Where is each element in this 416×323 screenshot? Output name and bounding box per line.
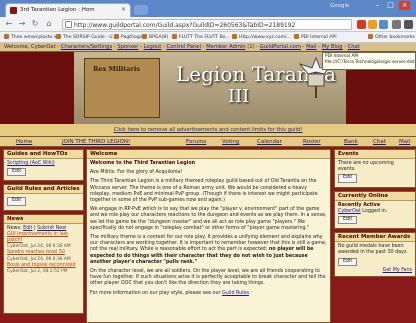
online-user-link[interactable]: CyberOat — [338, 209, 361, 214]
events-empty-text: There are no upcoming events. — [338, 161, 394, 173]
wrench-menu-icon[interactable] — [404, 20, 413, 29]
awards-empty-text: No guild medals have been awarded in the… — [338, 244, 408, 256]
awards-panel: Recent Member Awards No guild medals hav… — [334, 232, 416, 278]
rss-icon[interactable] — [368, 20, 377, 29]
site-account-bar: Welcome, CyberOat - Characters/Settings … — [0, 43, 416, 52]
characters-settings-link[interactable]: Characters/Settings — [61, 44, 112, 50]
browser-tab[interactable]: 3rd Tarantian Legion : Hom × — [5, 3, 131, 17]
welcome-paragraph: We engage in RP-PvE which is to say that… — [90, 207, 327, 231]
browser-toolbar: ← → ↻ ⌂ http://www.guildportal.com/Guild… — [0, 17, 416, 32]
nav-roster[interactable]: Roster — [303, 139, 321, 145]
remove-ads-link[interactable]: Click here to remove all advertisements … — [114, 127, 303, 133]
bookmark-item[interactable]: BPGA(B) — [142, 34, 168, 40]
news-edit-link[interactable]: Edit — [23, 226, 32, 231]
bookmark-item[interactable]: The SORSIP Guide - U... — [56, 34, 117, 40]
close-tab-icon[interactable]: × — [121, 6, 126, 13]
news-item-meta: CyberOat, Jul 24, 08 6:36 AM — [7, 256, 71, 262]
bookmark-item[interactable]: Theo wmwcplosto w... — [4, 34, 62, 40]
bookmark-item[interactable]: FLUTT The FLUTT Bo... — [172, 34, 230, 40]
new-tab-button[interactable] — [134, 5, 148, 15]
reload-icon[interactable]: ↻ — [30, 19, 40, 29]
banner-subtitle: III — [228, 86, 250, 107]
right-sidebar: Events There are no upcoming events. Edi… — [334, 149, 416, 278]
bookmarks-bar: Theo wmwcplosto w... The SORSIP Guide - … — [0, 32, 416, 43]
forward-arrow-icon[interactable]: → — [17, 19, 27, 29]
extension-icon[interactable] — [379, 20, 388, 29]
edit-button[interactable]: Edit — [7, 197, 27, 206]
guides-heading: Guides and HowTOs — [4, 150, 83, 159]
extension-icon[interactable] — [357, 20, 366, 29]
nav-voting[interactable]: Voting — [222, 139, 239, 145]
maximize-icon[interactable]: □ — [385, 1, 396, 10]
welcome-title: Welcome to the Third Tarantian Legion — [90, 161, 196, 166]
tab-title: 3rd Tarantian Legion : Hom — [20, 7, 95, 13]
guild-rules-panel: Guild Rules and Articles Edit — [3, 184, 84, 211]
nav-home[interactable]: Home — [16, 139, 32, 145]
online-heading: Currently Online — [335, 191, 415, 201]
edit-button[interactable]: Edit — [338, 216, 358, 225]
welcome-panel: Welcome Welcome to the Third Tarantian L… — [86, 149, 331, 323]
home-icon[interactable]: ⌂ — [44, 19, 54, 29]
events-panel: Events There are no upcoming events. Edi… — [334, 149, 416, 188]
edit-button[interactable]: Edit — [338, 257, 358, 266]
logout-link[interactable]: Logout — [144, 44, 162, 50]
my-blog-link[interactable]: My Blog — [322, 44, 343, 50]
member-admin-link[interactable]: Member Admin — [206, 44, 246, 50]
guides-panel: Guides and HowTOs Scripting (AoC Wiki) E… — [3, 149, 84, 182]
news-heading: News — [4, 214, 83, 224]
online-panel: Currently Online Recently Active CyberOa… — [334, 190, 416, 230]
ad-removal-banner: Click here to remove all advertisements … — [0, 124, 416, 136]
guild-rules-link[interactable]: Guild Rules — [222, 291, 249, 296]
welcome-paragraph: The Third Tarantian Legion is a military… — [90, 179, 318, 204]
sponsor-link[interactable]: Sponsor — [117, 44, 138, 50]
guildportal-link[interactable]: GuildPortal.com — [260, 44, 301, 50]
close-window-icon[interactable]: × — [399, 1, 410, 10]
bookmark-item[interactable]: Other bookmarks — [368, 34, 415, 40]
welcome-paragraph: The military theme is a context for our … — [90, 235, 327, 265]
welcome-paragraph: On the character level, we are all soldi… — [90, 269, 326, 287]
mail-link[interactable]: Mail — [306, 44, 317, 50]
page-menu-icon[interactable] — [392, 20, 401, 29]
site-favicon-icon — [10, 7, 17, 14]
bookmark-item[interactable]: Pagthogs — [114, 34, 142, 40]
browser-tab-bar: 3rd Tarantian Legion : Hom × Google – □ … — [0, 0, 416, 17]
back-arrow-icon[interactable]: ← — [4, 19, 14, 29]
bookmark-item[interactable]: PDI Internal API — [294, 34, 337, 40]
nav-chat[interactable]: Chat — [373, 139, 386, 145]
fans-link[interactable]: Get My Fans — [338, 268, 412, 274]
nav-mail[interactable]: Mail — [399, 139, 410, 145]
awards-heading: Recent Member Awards — [335, 233, 415, 243]
welcome-paragraph: For more information on our play style, … — [90, 290, 251, 296]
events-heading: Events — [335, 150, 415, 159]
bookmark-item[interactable]: Http://www.xyz.com/... — [232, 34, 291, 40]
news-item-meta: CyberOat, Jul 2, 08 2:52 PM — [7, 269, 68, 275]
guild-rules-heading: Guild Rules and Articles — [4, 185, 83, 195]
account-links: Welcome, CyberOat - Characters/Settings … — [4, 44, 360, 50]
welcome-heading: Welcome — [87, 150, 330, 159]
address-url: http://www.guildportal.com/Guild.aspx?Gu… — [74, 22, 296, 29]
browser-user-name: Google — [330, 3, 350, 9]
chat-link[interactable]: Chat — [348, 44, 360, 50]
map-label: Rex Militaris — [93, 65, 141, 73]
news-item-title[interactable]: GUI Improvements in last patch! — [7, 232, 80, 244]
edit-button[interactable]: Edit — [338, 174, 358, 183]
site-nav-bar: Home JOIN THE THIRD LEGION! Forums Votin… — [0, 136, 416, 147]
news-panel: News News: Edit | Submit New GUI Improve… — [3, 213, 84, 314]
control-panel-link[interactable]: Control Panel — [167, 44, 201, 50]
nav-forums[interactable]: Forums — [186, 139, 206, 145]
nav-bank[interactable]: Bank — [344, 139, 358, 145]
nav-calendar[interactable]: Calendar — [257, 139, 282, 145]
nav-join[interactable]: JOIN THE THIRD LEGION! — [62, 139, 130, 145]
minimize-icon[interactable]: – — [372, 1, 383, 10]
edit-button[interactable]: Edit — [7, 168, 27, 177]
link-tooltip: PDI Internal API file:///C:/Terra Techno… — [322, 52, 416, 70]
page-icon — [65, 21, 72, 28]
scripting-link[interactable]: Scripting (AoC Wiki) — [7, 161, 80, 167]
address-bar[interactable]: http://www.guildportal.com/Guild.aspx?Gu… — [62, 19, 352, 30]
submit-news-link[interactable]: Submit New — [37, 226, 66, 231]
left-sidebar: Guides and HowTOs Scripting (AoC Wiki) E… — [3, 149, 84, 314]
welcome-greeting: Ave Militis: For the glory of Acquilonia… — [90, 170, 183, 176]
online-user-row: CyberOat Logged in. — [338, 208, 388, 214]
map-inset-image: Rex Militaris — [84, 58, 160, 118]
